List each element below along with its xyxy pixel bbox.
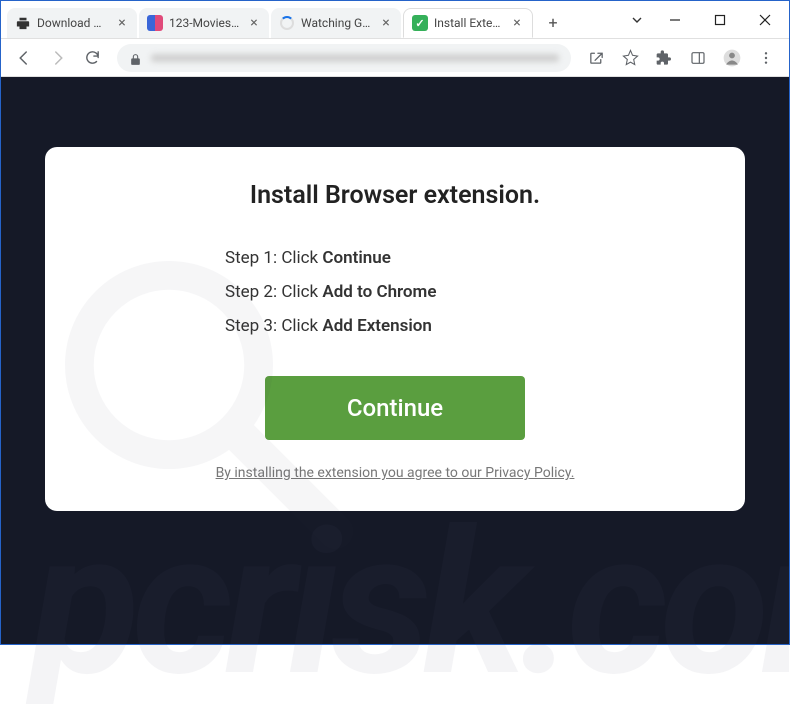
continue-button[interactable]: Continue bbox=[265, 376, 525, 440]
printer-icon bbox=[15, 15, 31, 31]
loading-spinner-icon bbox=[279, 15, 295, 31]
step-2: Step 2: Click Add to Chrome bbox=[225, 282, 565, 302]
bookmark-star-icon[interactable] bbox=[615, 43, 645, 73]
forward-button[interactable] bbox=[43, 43, 73, 73]
step-3: Step 3: Click Add Extension bbox=[225, 316, 565, 336]
reload-button[interactable] bbox=[77, 43, 107, 73]
tab-download-music[interactable]: Download music × bbox=[7, 8, 137, 38]
share-icon[interactable] bbox=[581, 43, 611, 73]
close-window-button[interactable] bbox=[742, 4, 787, 36]
minimize-button[interactable] bbox=[652, 4, 697, 36]
close-icon[interactable]: × bbox=[115, 16, 129, 30]
close-icon[interactable]: × bbox=[510, 16, 524, 30]
close-icon[interactable]: × bbox=[247, 16, 261, 30]
page-content: Install Browser extension. Step 1: Click… bbox=[1, 77, 789, 644]
step-prefix: Step 1: Click bbox=[225, 248, 322, 268]
toolbar bbox=[1, 39, 789, 77]
profile-avatar-icon[interactable] bbox=[717, 43, 747, 73]
install-card: Install Browser extension. Step 1: Click… bbox=[45, 147, 745, 511]
tab-list-caret-icon[interactable] bbox=[622, 15, 652, 25]
tab-title: Watching Guille bbox=[301, 16, 373, 30]
tab-123movies[interactable]: 123-Movies.com × bbox=[139, 8, 269, 38]
tab-strip: Download music × 123-Movies.com × Watchi… bbox=[1, 1, 622, 38]
step-prefix: Step 2: Click bbox=[225, 282, 322, 302]
card-title: Install Browser extension. bbox=[95, 181, 695, 210]
browser-window: Download music × 123-Movies.com × Watchi… bbox=[0, 0, 790, 645]
window-controls bbox=[622, 1, 789, 38]
step-prefix: Step 3: Click bbox=[225, 316, 322, 336]
title-bar: Download music × 123-Movies.com × Watchi… bbox=[1, 1, 789, 39]
privacy-policy-link[interactable]: By installing the extension you agree to… bbox=[216, 465, 575, 481]
tab-title: Download music bbox=[37, 16, 109, 30]
shield-icon: ✓ bbox=[412, 15, 428, 31]
maximize-button[interactable] bbox=[697, 4, 742, 36]
step-bold: Continue bbox=[322, 248, 391, 268]
watermark-text: pcrisk.com bbox=[1, 504, 789, 704]
steps-list: Step 1: Click Continue Step 2: Click Add… bbox=[225, 248, 565, 336]
tab-watching[interactable]: Watching Guille × bbox=[271, 8, 401, 38]
step-bold: Add Extension bbox=[322, 316, 432, 336]
step-1: Step 1: Click Continue bbox=[225, 248, 565, 268]
menu-dots-icon[interactable] bbox=[751, 43, 781, 73]
extensions-puzzle-icon[interactable] bbox=[649, 43, 679, 73]
tab-install-extension[interactable]: ✓ Install Extension × bbox=[403, 8, 533, 38]
new-tab-button[interactable]: + bbox=[539, 9, 567, 37]
step-bold: Add to Chrome bbox=[322, 282, 436, 302]
movies-icon bbox=[147, 15, 163, 31]
lock-icon bbox=[129, 51, 143, 65]
side-panel-icon[interactable] bbox=[683, 43, 713, 73]
close-icon[interactable]: × bbox=[379, 16, 393, 30]
address-text-blurred bbox=[151, 54, 559, 62]
back-button[interactable] bbox=[9, 43, 39, 73]
address-bar[interactable] bbox=[117, 44, 571, 72]
tab-title: Install Extension bbox=[434, 16, 504, 30]
tab-title: 123-Movies.com bbox=[169, 16, 241, 30]
